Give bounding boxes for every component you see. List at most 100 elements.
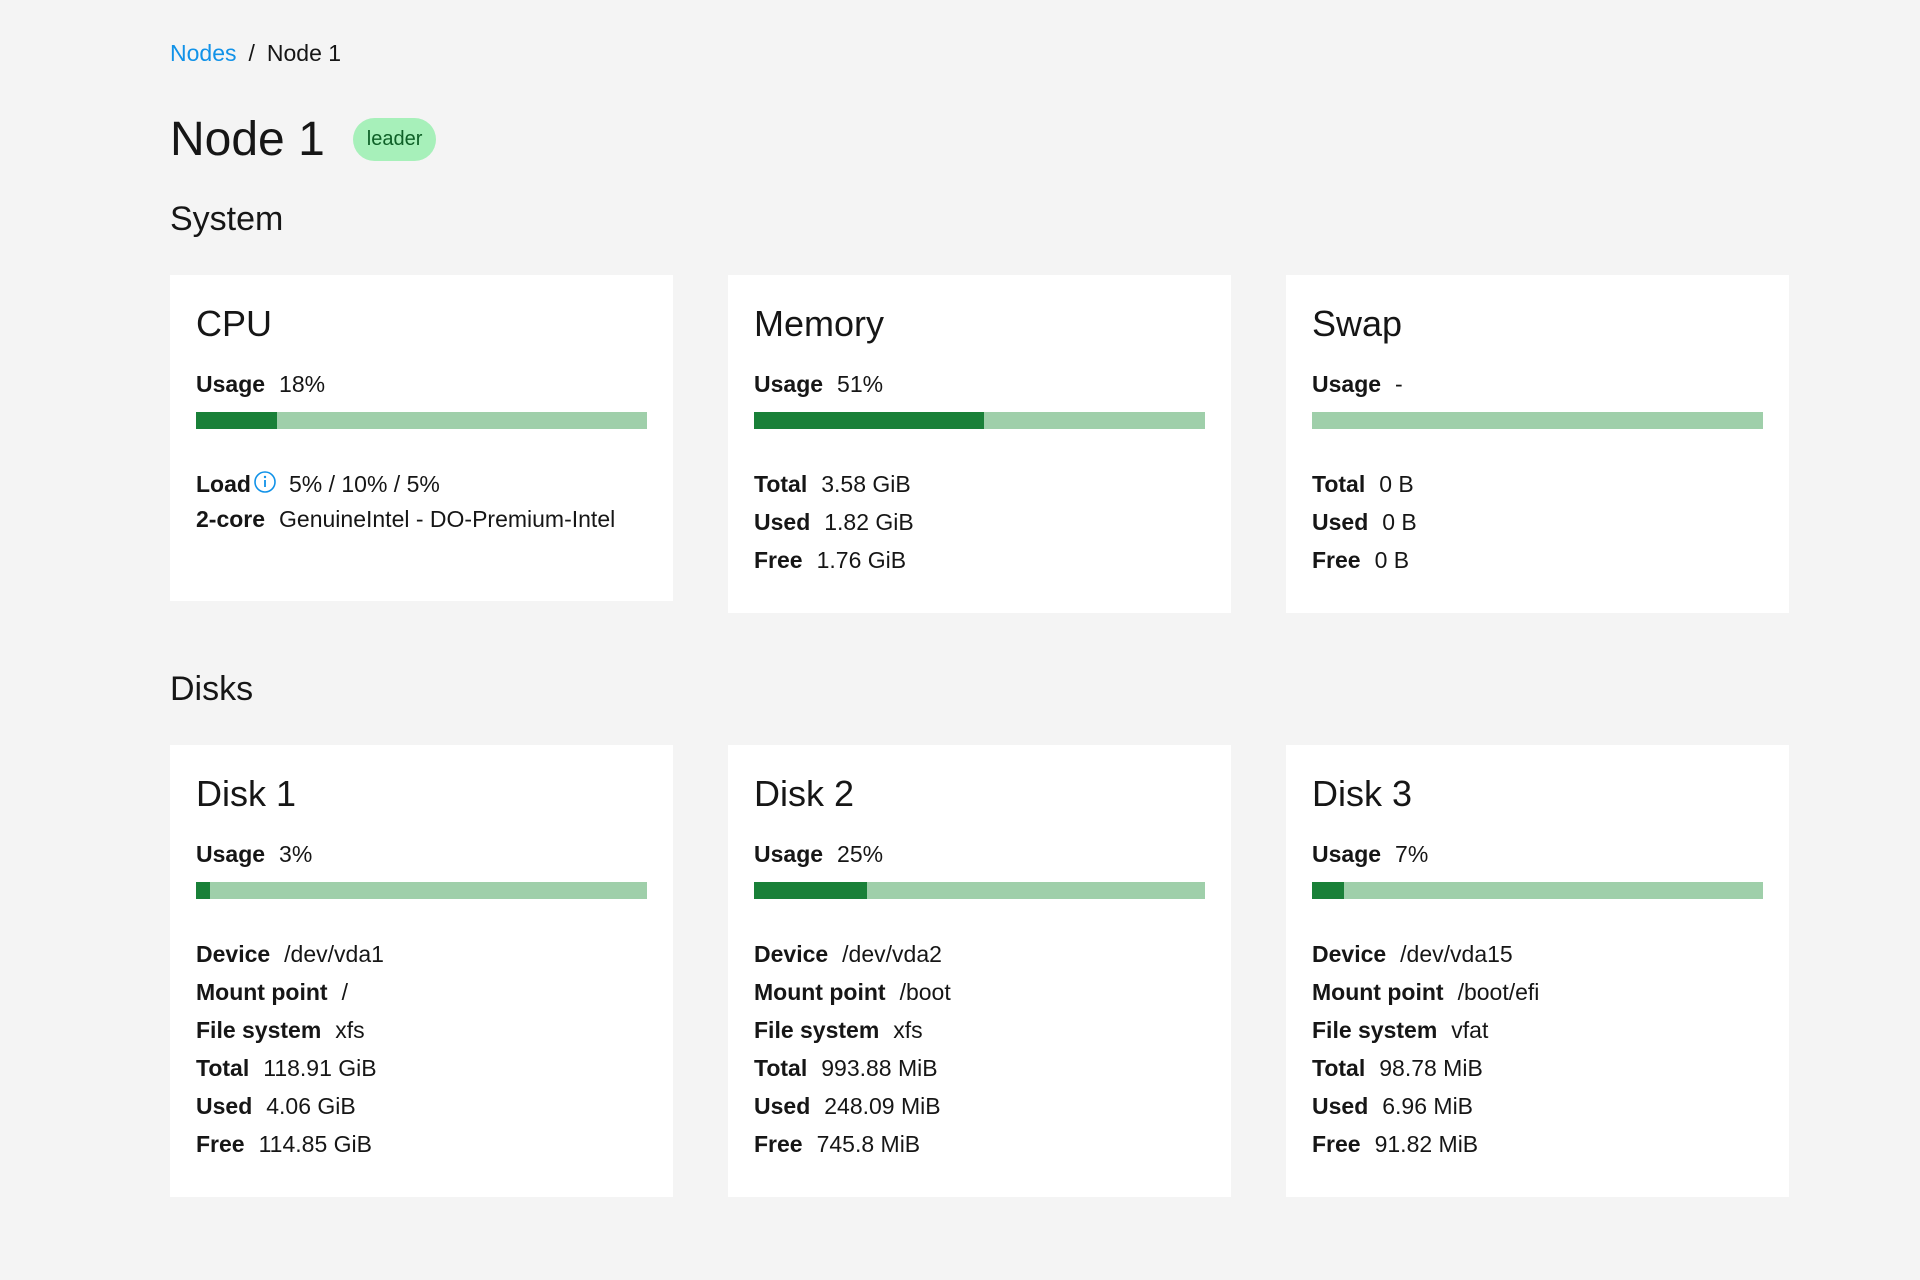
usage-label: Usage: [1312, 841, 1382, 867]
total-label: Total: [1312, 1055, 1366, 1081]
cpu-card: CPU Usage 18% Load 5% / 10% / 5% 2-core Gen…: [170, 275, 673, 601]
device-row: Device/dev/vda2: [754, 935, 1205, 973]
section-title-disks: Disks: [170, 670, 254, 708]
disk-card: Disk 2 Usage 25% Device/dev/vda2 Mount po…: [728, 745, 1231, 1197]
used-row: Used 1.82 GiB: [754, 503, 1205, 541]
usage-label: Usage: [196, 371, 266, 397]
total-label: Total: [754, 471, 808, 497]
cores-label: 2-core: [196, 506, 266, 532]
total-label: Total: [754, 1055, 808, 1081]
total-value: 118.91 GiB: [263, 1055, 377, 1081]
device-label: Device: [754, 941, 829, 967]
total-value: 0 B: [1379, 471, 1414, 497]
used-value: 1.82 GiB: [824, 509, 914, 535]
card-title: Disk 3: [1312, 773, 1413, 814]
free-label: Free: [1312, 547, 1361, 573]
free-value: 114.85 GiB: [258, 1131, 372, 1157]
free-label: Free: [196, 1131, 245, 1157]
usage-bar-fill: [196, 882, 210, 899]
usage-value: 7%: [1395, 841, 1429, 867]
used-row: Used 248.09 MiB: [754, 1087, 1205, 1125]
file-system-value: xfs: [335, 1017, 365, 1043]
device-value: /dev/vda1: [284, 941, 384, 967]
usage-line: Usage -: [1312, 371, 1763, 398]
total-value: 3.58 GiB: [821, 471, 911, 497]
load-label: Load: [196, 471, 251, 497]
file-system-row: File system vfat: [1312, 1011, 1763, 1049]
breadcrumb-link-nodes[interactable]: Nodes: [170, 40, 236, 67]
free-value: 1.76 GiB: [816, 547, 907, 573]
used-row: Used 4.06 GiB: [196, 1087, 647, 1125]
cpu-model-row: 2-core GenuineIntel - DO-Premium-Intel: [196, 503, 647, 535]
file-system-label: File system: [1312, 1017, 1438, 1043]
info-circle-icon[interactable]: [253, 467, 277, 505]
swap-card: Swap Usage - Total 0 B Used 0 B Free 0 B: [1286, 275, 1789, 613]
total-row: Total 993.88 MiB: [754, 1049, 1205, 1087]
mount-point-value: /boot: [899, 979, 951, 1005]
usage-bar-fill: [196, 412, 278, 429]
usage-line: Usage 25%: [754, 841, 1205, 868]
disk-card: Disk 1 Usage 3% Device/dev/vda1 Mount poi…: [170, 745, 673, 1197]
total-row: Total 3.58 GiB: [754, 465, 1205, 503]
load-value: 5% / 10% / 5%: [288, 471, 440, 497]
used-value: 6.96 MiB: [1382, 1093, 1474, 1119]
free-row: Free 0 B: [1312, 541, 1763, 579]
used-row: Used 0 B: [1312, 503, 1763, 541]
card-title: Swap: [1312, 303, 1403, 344]
usage-bar: [1312, 412, 1763, 429]
used-row: Used 6.96 MiB: [1312, 1087, 1763, 1125]
system-cards: CPU Usage 18% Load 5% / 10% / 5% 2-core Gen…: [170, 275, 1789, 613]
device-label: Device: [1312, 941, 1387, 967]
used-label: Used: [1312, 509, 1369, 535]
usage-bar: [754, 412, 1205, 429]
mount-point-value: /boot/efi: [1457, 979, 1540, 1005]
free-value: 0 B: [1374, 547, 1410, 573]
file-system-label: File system: [754, 1017, 880, 1043]
free-row: Free 114.85 GiB: [196, 1125, 647, 1163]
free-label: Free: [754, 1131, 803, 1157]
section-title-system: System: [170, 200, 284, 238]
total-row: Total 0 B: [1312, 465, 1763, 503]
breadcrumb-separator: /: [248, 40, 255, 66]
total-row: Total 118.91 GiB: [196, 1049, 647, 1087]
used-value: 4.06 GiB: [266, 1093, 356, 1119]
total-label: Total: [1312, 471, 1366, 497]
usage-value: -: [1395, 371, 1403, 397]
file-system-value: vfat: [1451, 1017, 1489, 1043]
mount-point-row: Mount point/boot/efi: [1312, 973, 1763, 1011]
card-title: CPU: [196, 303, 273, 344]
free-label: Free: [754, 547, 803, 573]
mount-point-value: /: [341, 979, 348, 1005]
usage-label: Usage: [1312, 371, 1382, 397]
free-row: Free 745.8 MiB: [754, 1125, 1205, 1163]
total-row: Total 98.78 MiB: [1312, 1049, 1763, 1087]
device-row: Device/dev/vda1: [196, 935, 647, 973]
mount-point-label: Mount point: [196, 979, 328, 1005]
total-value: 993.88 MiB: [821, 1055, 938, 1081]
file-system-label: File system: [196, 1017, 322, 1043]
total-value: 98.78 MiB: [1379, 1055, 1483, 1081]
usage-label: Usage: [754, 841, 824, 867]
breadcrumb-current: Node 1: [266, 40, 342, 66]
leader-badge: leader: [352, 118, 437, 161]
free-row: Free 1.76 GiB: [754, 541, 1205, 579]
usage-value: 18%: [279, 371, 326, 397]
device-value: /dev/vda2: [842, 941, 942, 967]
usage-bar: [754, 882, 1205, 899]
usage-line: Usage 3%: [196, 841, 647, 868]
mount-point-label: Mount point: [754, 979, 886, 1005]
free-value: 91.82 MiB: [1374, 1131, 1479, 1157]
disk-cards: Disk 1 Usage 3% Device/dev/vda1 Mount poi…: [170, 745, 1789, 1197]
usage-bar-fill: [754, 412, 984, 429]
file-system-row: File system xfs: [196, 1011, 647, 1049]
usage-value: 51%: [837, 371, 884, 397]
usage-line: Usage 51%: [754, 371, 1205, 398]
card-title: Disk 1: [196, 773, 297, 814]
free-row: Free 91.82 MiB: [1312, 1125, 1763, 1163]
cpu-model-value: GenuineIntel - DO-Premium-Intel: [279, 506, 616, 532]
device-value: /dev/vda15: [1400, 941, 1513, 967]
mount-point-row: Mount point /: [196, 973, 647, 1011]
usage-line: Usage 7%: [1312, 841, 1763, 868]
total-label: Total: [196, 1055, 250, 1081]
usage-label: Usage: [196, 841, 266, 867]
